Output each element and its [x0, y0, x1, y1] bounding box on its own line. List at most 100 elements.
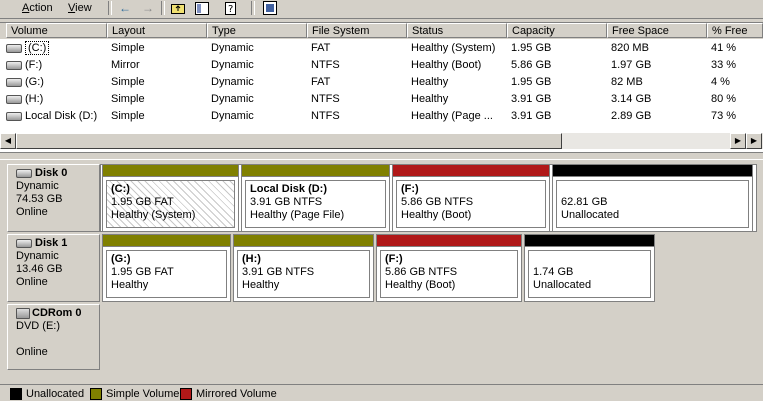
cell-fs: NTFS [311, 59, 340, 71]
partition-simple[interactable]: (H:) 3.91 GB NTFS Healthy [233, 234, 374, 302]
properties-icon[interactable] [194, 0, 210, 16]
cell-pct: 80 % [711, 93, 737, 105]
partition-info: 62.81 GB Unallocated [556, 180, 749, 228]
partition-info: (C:) 1.95 GB FAT Healthy (System) [106, 180, 235, 228]
pane-splitter[interactable] [0, 152, 763, 160]
partition-size: 3.91 GB NTFS [250, 196, 323, 208]
hard-disk-icon [16, 238, 32, 248]
table-row[interactable]: (H:) Simple Dynamic NTFS Healthy 3.91 GB 3.14 … [0, 91, 763, 108]
scroll-right-icon[interactable]: ▶ [746, 133, 762, 149]
cell-type: Dynamic [211, 93, 254, 105]
table-row[interactable]: (F:) Mirror Dynamic NTFS Healthy (Boot) 5.86 … [0, 57, 763, 74]
cell-status: Healthy (Page ... [411, 110, 493, 122]
cell-layout: Simple [111, 42, 145, 54]
partition-size: 1.95 GB FAT [111, 266, 174, 278]
partition-color-bar [103, 235, 230, 247]
cell-fs: FAT [311, 42, 331, 54]
cell-volume: (F:) [6, 57, 107, 74]
partition-info: Local Disk (D:) 3.91 GB NTFS Healthy (Page… [245, 180, 386, 228]
partition-mirror[interactable]: (F:) 5.86 GB NTFS Healthy (Boot) [392, 164, 550, 232]
cell-free: 82 MB [611, 76, 643, 88]
partition-simple[interactable]: Local Disk (D:) 3.91 GB NTFS Healthy (Page… [241, 164, 390, 232]
cell-pct: 33 % [711, 59, 737, 71]
partition-name: (F:) [385, 253, 403, 265]
partition-name: (G:) [111, 253, 131, 265]
partition-unallocated[interactable]: 62.81 GB Unallocated [552, 164, 753, 232]
partition-name: Local Disk (D:) [250, 183, 328, 195]
legend-simple-volume: Simple Volume [90, 388, 179, 401]
partition-status: Healthy (Boot) [401, 209, 472, 221]
partition-color-bar [103, 165, 238, 177]
volume-icon [6, 94, 22, 104]
back-arrow-icon[interactable]: ← [117, 0, 133, 16]
partition-color-bar [525, 235, 654, 247]
cell-fs: NTFS [311, 110, 340, 122]
partition-size: 3.91 GB NTFS [242, 266, 315, 278]
partition-name: (C:) [111, 183, 130, 195]
column-type[interactable]: Type [207, 23, 307, 38]
partition-color-bar [234, 235, 373, 247]
cell-free: 820 MB [611, 42, 649, 54]
partition-unallocated[interactable]: 1.74 GB Unallocated [524, 234, 655, 302]
cdrom-0-label[interactable]: CDRom 0 DVD (E:) Online [7, 304, 100, 370]
cell-pct: 73 % [711, 110, 737, 122]
partition-status: Unallocated [561, 209, 620, 221]
column-file-system[interactable]: File System [307, 23, 407, 38]
legend: Unallocated Simple Volume Mirrored Volum… [0, 384, 763, 401]
toolbar: Action View ← → ? [0, 0, 763, 19]
disk-1-label[interactable]: Disk 1 Dynamic 13.46 GB Online [7, 234, 100, 302]
volume-icon [6, 111, 22, 121]
column-capacity[interactable]: Capacity [507, 23, 607, 38]
scroll-right-icon[interactable]: ▶ [730, 133, 746, 149]
partition-simple[interactable]: (G:) 1.95 GB FAT Healthy [102, 234, 231, 302]
partition-status: Healthy (System) [111, 209, 196, 221]
partition-size: 5.86 GB NTFS [385, 266, 458, 278]
cell-pct: 41 % [711, 42, 737, 54]
table-row[interactable]: Local Disk (D:) Simple Dynamic NTFS Healthy … [0, 108, 763, 125]
column-free-space[interactable]: Free Space [607, 23, 707, 38]
legend-swatch [10, 388, 22, 401]
menu-view[interactable]: View [68, 0, 92, 16]
forward-arrow-icon[interactable]: → [140, 0, 156, 16]
partition-info: 1.74 GB Unallocated [528, 250, 651, 298]
table-row[interactable]: (G:) Simple Dynamic FAT Healthy 1.95 GB 82 MB 4… [0, 74, 763, 91]
partition-color-bar [377, 235, 521, 247]
column-percent-free[interactable]: % Free [707, 23, 763, 38]
column-volume[interactable]: Volume [6, 23, 107, 38]
cell-free: 2.89 GB [611, 110, 652, 122]
console-icon[interactable] [262, 0, 278, 16]
help-icon[interactable]: ? [224, 0, 240, 16]
partition-simple[interactable]: (C:) 1.95 GB FAT Healthy (System) [102, 164, 239, 232]
cell-status: Healthy [411, 93, 449, 105]
partition-status: Healthy [242, 279, 280, 291]
up-folder-icon[interactable] [170, 0, 186, 16]
cell-fs: FAT [311, 76, 331, 88]
volume-icon [6, 60, 22, 70]
scroll-left-icon[interactable]: ◀ [0, 133, 16, 149]
hard-disk-icon [16, 168, 32, 178]
partition-status: Healthy (Page File) [250, 209, 345, 221]
menu-action[interactable]: Action [22, 0, 53, 16]
disk-0-label[interactable]: Disk 0 Dynamic 74.53 GB Online [7, 164, 100, 232]
horizontal-scrollbar[interactable]: ◀ ▶ ▶ [0, 133, 763, 149]
cell-capacity: 5.86 GB [511, 59, 552, 71]
cell-capacity: 1.95 GB [511, 42, 552, 54]
scroll-thumb[interactable] [16, 133, 562, 149]
partition-mirror[interactable]: (F:) 5.86 GB NTFS Healthy (Boot) [376, 234, 522, 302]
column-layout[interactable]: Layout [107, 23, 207, 38]
cell-status: Healthy (Boot) [411, 59, 482, 71]
partition-info: (F:) 5.86 GB NTFS Healthy (Boot) [396, 180, 546, 228]
partition-name [561, 183, 744, 196]
list-header: Volume Layout Type File System Status Ca… [0, 23, 763, 39]
cell-free: 3.14 GB [611, 93, 652, 105]
cell-status: Healthy [411, 76, 449, 88]
cell-volume: (G:) [6, 74, 107, 91]
partition-status: Healthy (Boot) [385, 279, 456, 291]
column-status[interactable]: Status [407, 23, 507, 38]
table-row[interactable]: (C:) Simple Dynamic FAT Healthy (System) 1.95… [0, 40, 763, 57]
partition-name: (H:) [242, 253, 261, 265]
legend-mirrored-volume: Mirrored Volume [180, 388, 277, 401]
partition-info: (H:) 3.91 GB NTFS Healthy [237, 250, 370, 298]
partition-color-bar [393, 165, 549, 177]
cell-layout: Simple [111, 110, 145, 122]
